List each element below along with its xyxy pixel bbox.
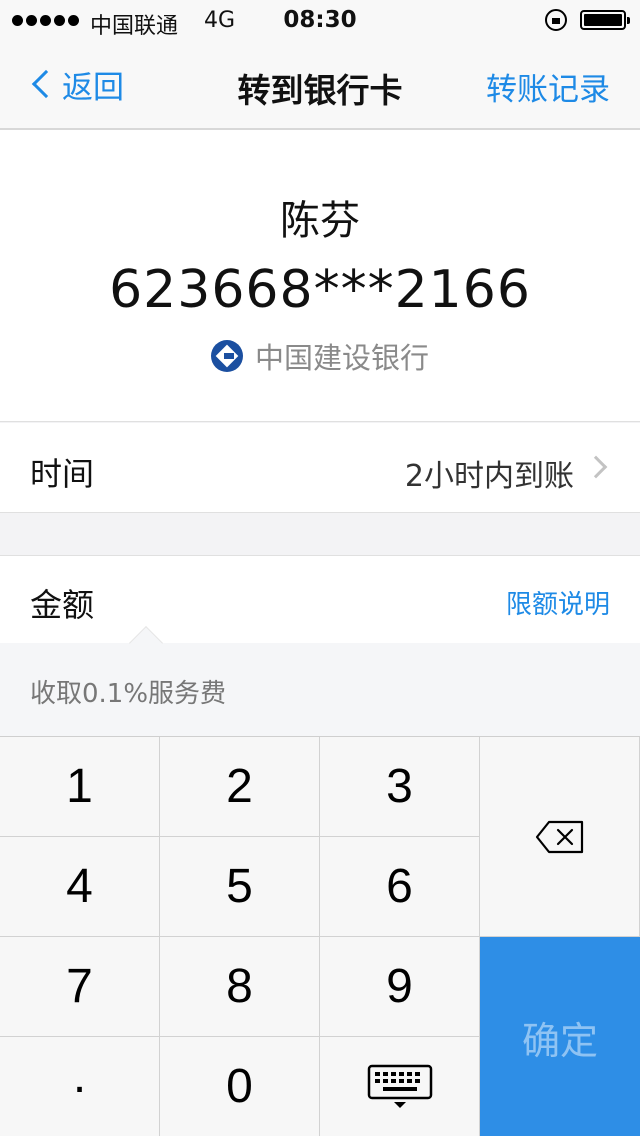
payee-name: 陈芬: [280, 198, 360, 244]
transfer-records-button[interactable]: 转账记录: [486, 64, 610, 109]
hide-keyboard-key[interactable]: [320, 1037, 480, 1136]
key-7[interactable]: 7: [0, 937, 160, 1037]
battery-icon: [580, 10, 630, 30]
time-label: 时间: [30, 455, 95, 493]
ccb-logo-icon: [210, 340, 243, 372]
key-9[interactable]: 9: [320, 937, 480, 1037]
amount-section[interactable]: 金额 限额说明: [0, 555, 640, 643]
key-1[interactable]: 1: [0, 737, 160, 837]
key-3[interactable]: 3: [320, 737, 480, 837]
key-decimal[interactable]: .: [0, 1037, 160, 1136]
delete-key[interactable]: [480, 737, 640, 937]
bank-name: 中国建设银行: [254, 341, 429, 375]
fee-note: 收取0.1%服务费: [0, 626, 640, 736]
key-4[interactable]: 4: [0, 837, 160, 937]
time-value: 2小时内到账: [404, 459, 574, 494]
keyboard-hide-icon: [367, 1064, 433, 1110]
key-5[interactable]: 5: [160, 837, 320, 937]
bank-info: 中国建设银行: [0, 335, 640, 377]
status-bar: 中国联通 4G 08:30: [0, 0, 640, 40]
confirm-button[interactable]: 确定: [480, 937, 640, 1136]
status-time: 08:30: [283, 7, 357, 33]
payee-card: 陈芬 623668***2166 中国建设银行: [0, 130, 640, 422]
backspace-icon: [535, 820, 585, 854]
key-0[interactable]: 0: [160, 1037, 320, 1136]
chevron-right-icon: [584, 455, 608, 479]
limit-info-link[interactable]: 限额说明: [506, 584, 610, 621]
key-6[interactable]: 6: [320, 837, 480, 937]
key-2[interactable]: 2: [160, 737, 320, 837]
key-8[interactable]: 8: [160, 937, 320, 1037]
numeric-keypad: 1 2 3 4 5 6 7 8 9 . 0 确定: [0, 736, 640, 1136]
amount-label: 金额: [30, 586, 95, 624]
arrival-time-row[interactable]: 时间 2小时内到账: [0, 423, 640, 513]
navigation-bar: 返回 转到银行卡 转账记录: [0, 40, 640, 130]
rotation-lock-icon: [545, 9, 567, 31]
fee-text: 收取0.1%服务费: [30, 679, 227, 709]
card-number: 623668***2166: [109, 260, 531, 320]
